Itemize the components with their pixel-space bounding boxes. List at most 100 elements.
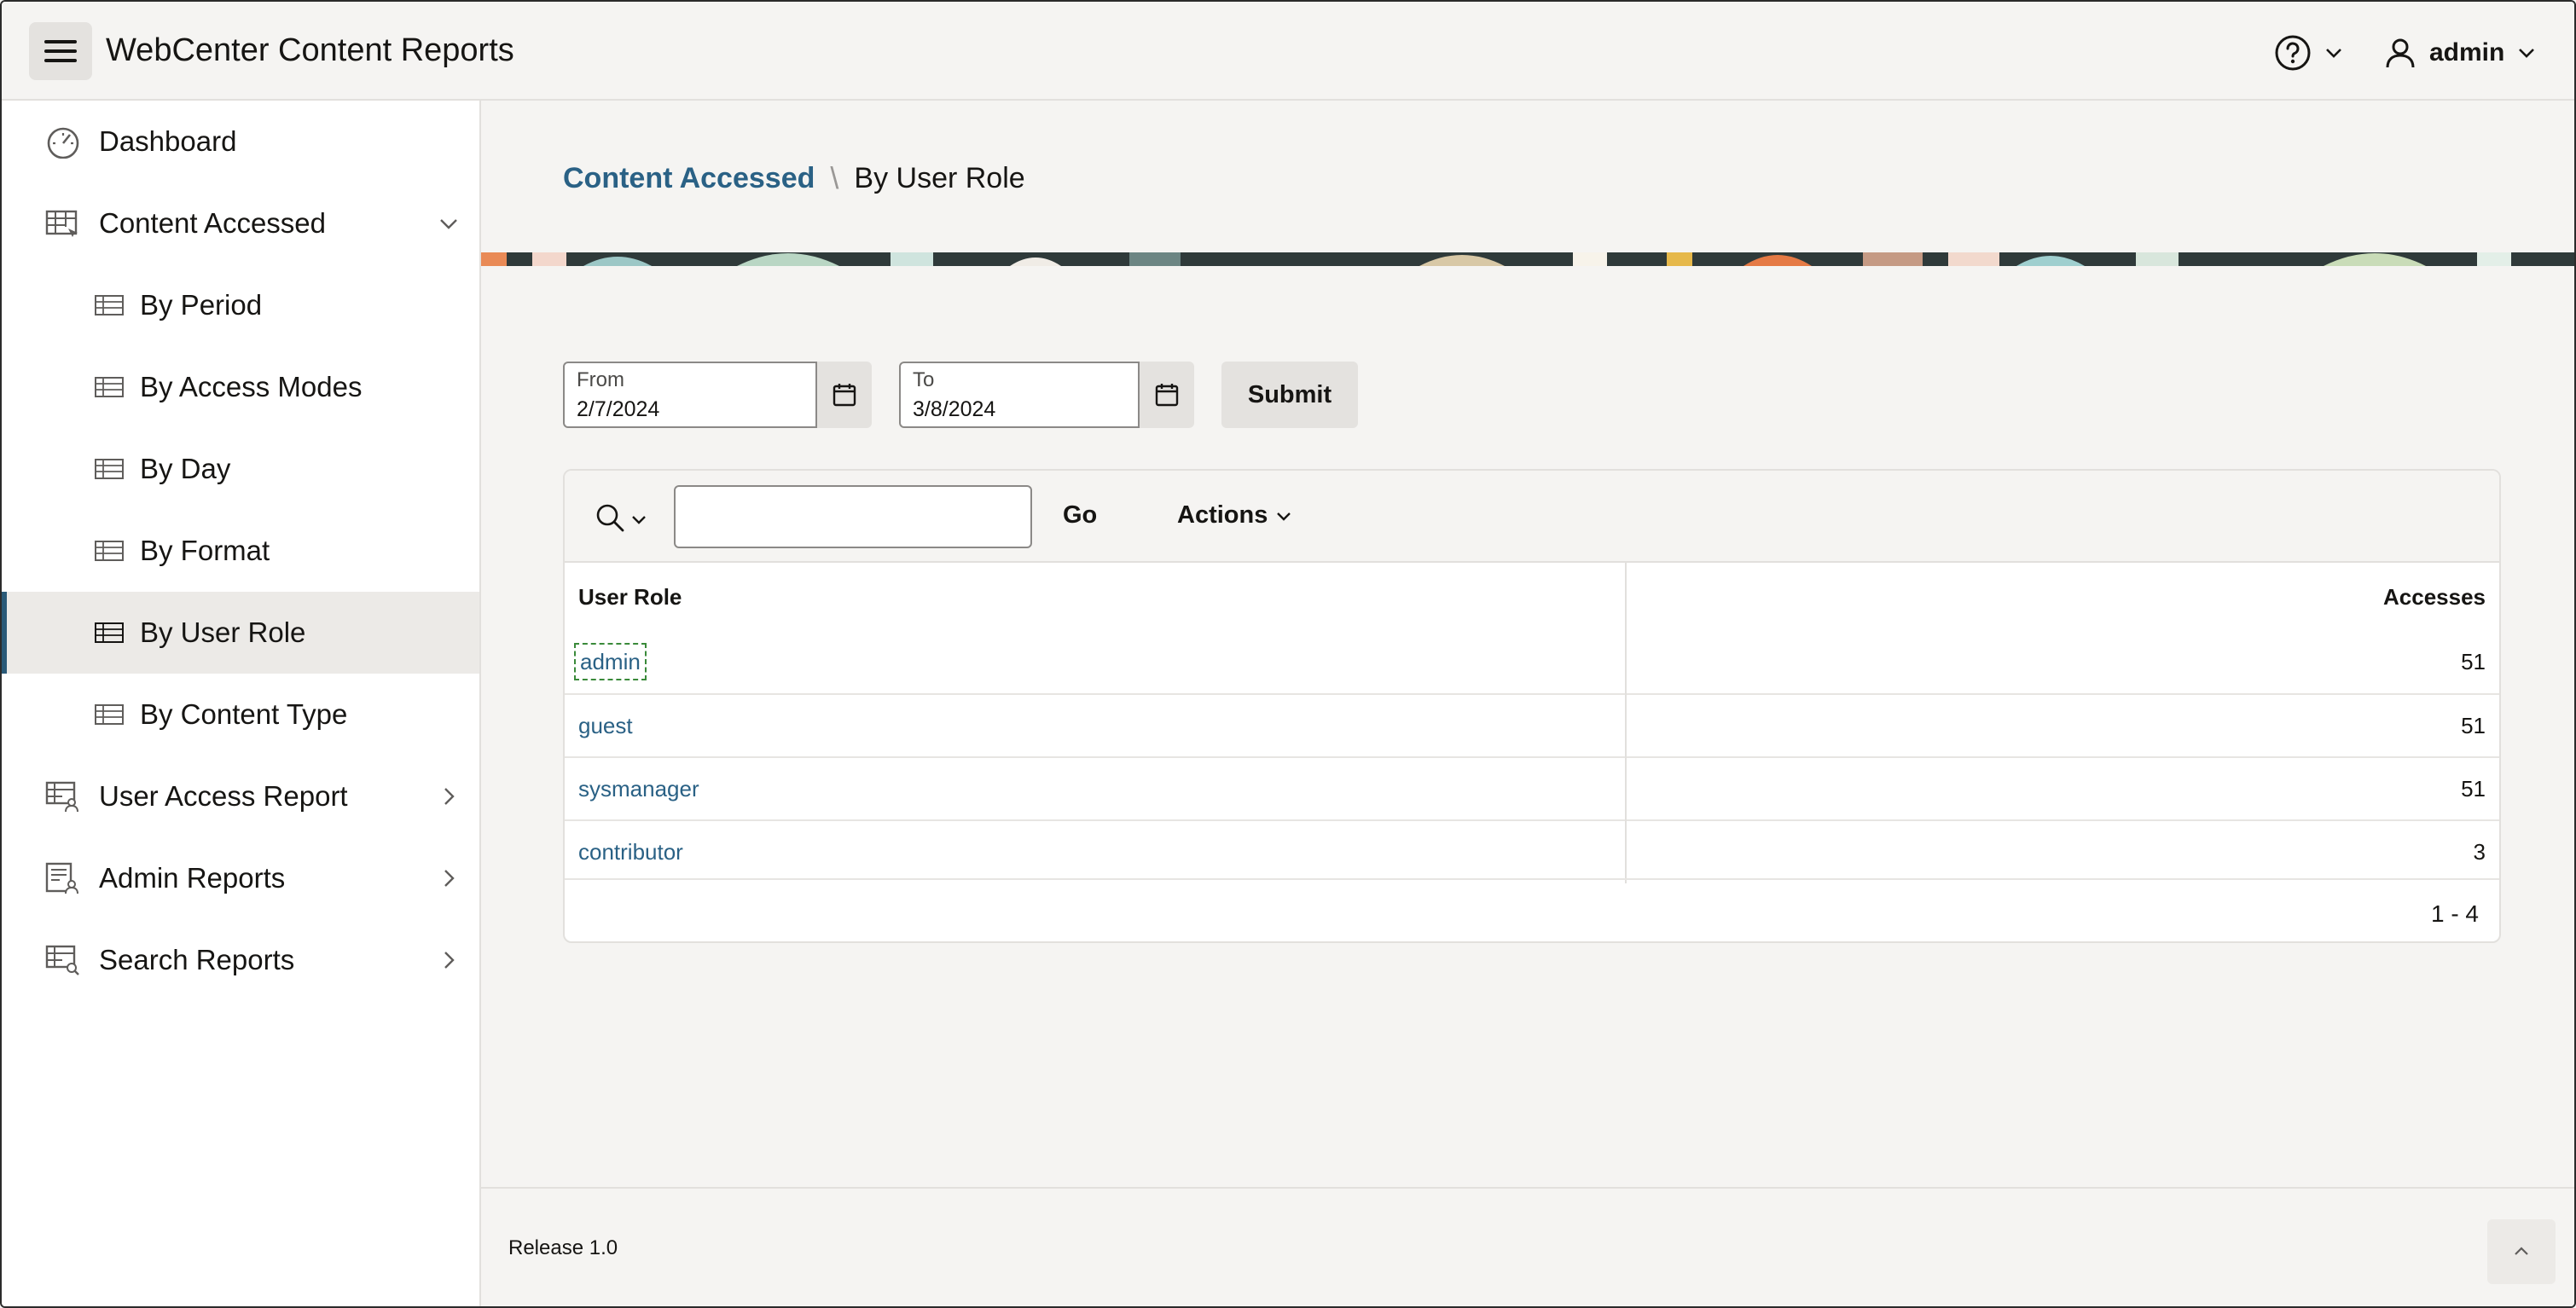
table-icon [95,459,124,479]
table-header-row: User Role Accesses [565,563,2499,631]
sidebar-item-label: By Format [140,535,270,566]
help-icon [2275,35,2311,71]
actions-menu-button[interactable]: Actions [1177,501,1293,530]
user-role-link[interactable]: guest [578,713,633,738]
app-title: WebCenter Content Reports [106,32,514,68]
hamburger-icon [44,40,77,43]
to-date-picker-button[interactable] [1140,362,1194,428]
table-row: admin 51 [565,631,2499,694]
sidebar-item-label: By Period [140,289,263,321]
to-date-field[interactable]: To [899,362,1140,428]
chevron-down-icon [1277,512,1291,521]
table-icon [95,295,124,315]
sidebar-item-label: By User Role [140,616,306,648]
admin-report-icon [45,862,78,894]
report-region: Go Actions User Role Accesses admin 51 g… [563,469,2501,943]
sidebar-item-label: Search Reports [99,944,295,975]
scroll-to-top-button[interactable] [2487,1219,2556,1284]
sidebar-item-label: Dashboard [99,125,237,157]
user-menu-button[interactable]: admin [2383,32,2537,73]
sidebar-item-label: By Day [140,453,231,484]
table-row: sysmanager 51 [565,756,2499,820]
table-icon [95,704,124,725]
user-name: admin [2429,38,2505,67]
breadcrumb-link-content-accessed[interactable]: Content Accessed [563,162,815,195]
search-column-button[interactable] [594,501,648,535]
search-icon [596,504,624,532]
column-header-accesses[interactable]: Accesses [1626,563,2499,631]
chevron-down-icon [2519,49,2535,58]
sidebar-item-user-access-report[interactable]: User Access Report [2,755,479,837]
breadcrumb: Content Accessed \ By User Role [563,160,1025,196]
search-report-icon [45,945,79,975]
actions-label: Actions [1177,501,1268,529]
table-row: contributor 3 [565,819,2499,883]
from-date-input[interactable] [577,397,781,422]
chevron-down-icon [2326,49,2341,58]
report-icon [45,210,78,237]
chevron-right-icon [444,788,455,805]
chevron-right-icon [444,870,455,887]
sidebar-item-by-format[interactable]: By Format [2,510,479,592]
page-footer: Release 1.0 [481,1187,2574,1306]
dashboard-icon [47,127,79,159]
report-toolbar: Go Actions [565,471,2499,563]
release-label: Release 1.0 [508,1236,618,1259]
table-row: guest 51 [565,693,2499,757]
report-search-input[interactable] [674,485,1032,548]
table-icon [95,377,124,397]
chevron-down-icon [632,516,646,524]
pagination-divider [565,878,2499,880]
accesses-cell: 51 [1626,756,2499,820]
app-header: WebCenter Content Reports admin [2,2,2574,101]
app-window: WebCenter Content Reports admin Dashboar… [0,0,2576,1308]
user-role-link[interactable]: contributor [578,839,683,865]
submit-button[interactable]: Submit [1221,362,1358,428]
sidebar-item-label: By Content Type [140,698,348,730]
user-icon [2386,38,2415,68]
column-header-user-role[interactable]: User Role [565,563,1627,631]
sidebar-item-label: By Access Modes [140,371,363,402]
menu-toggle-button[interactable] [29,22,92,80]
calendar-icon [1155,384,1179,407]
sidebar-item-label: User Access Report [99,780,348,812]
sidebar-item-search-reports[interactable]: Search Reports [2,919,479,1001]
sidebar-item-by-user-role[interactable]: By User Role [2,592,479,674]
report-table: User Role Accesses admin 51 guest 51 sys… [565,563,2499,883]
decorative-banner [481,252,2574,266]
accesses-cell: 3 [1626,819,2499,883]
sidebar-item-label: Admin Reports [99,862,286,894]
sidebar-item-by-day[interactable]: By Day [2,428,479,510]
go-button[interactable]: Go [1063,501,1097,530]
sidebar-item-dashboard[interactable]: Dashboard [2,101,479,182]
sidebar-item-by-content-type[interactable]: By Content Type [2,674,479,755]
user-role-link[interactable]: admin [574,643,647,680]
breadcrumb-separator: \ [830,160,839,195]
sidebar-item-label: Content Accessed [99,207,326,239]
sidebar-nav: Dashboard Content Accessed By Period By … [2,101,481,1306]
from-date-picker-button[interactable] [817,362,872,428]
user-role-cell: admin [565,631,1627,694]
sidebar-item-content-accessed[interactable]: Content Accessed [2,182,479,264]
table-icon [95,622,124,643]
user-role-cell: contributor [565,819,1627,883]
accesses-cell: 51 [2461,649,2486,674]
user-role-cell: sysmanager [565,756,1627,820]
user-role-link[interactable]: sysmanager [578,776,699,802]
to-date-label: To [913,368,935,391]
from-date-label: From [577,368,624,391]
sidebar-item-by-access-modes[interactable]: By Access Modes [2,346,479,428]
calendar-icon [833,384,856,407]
pagination-info: 1 - 4 [2430,900,2479,927]
table-icon [95,541,124,561]
help-menu-button[interactable] [2274,32,2344,73]
accesses-cell: 51 [1626,693,2499,757]
chevron-up-icon [2515,1247,2528,1255]
to-date-input[interactable] [913,397,1117,422]
sidebar-item-by-period[interactable]: By Period [2,264,479,346]
page-title: By User Role [854,161,1025,194]
user-report-icon [45,781,78,813]
from-date-field[interactable]: From [563,362,817,428]
sidebar-item-admin-reports[interactable]: Admin Reports [2,837,479,919]
chevron-right-icon [444,952,455,969]
